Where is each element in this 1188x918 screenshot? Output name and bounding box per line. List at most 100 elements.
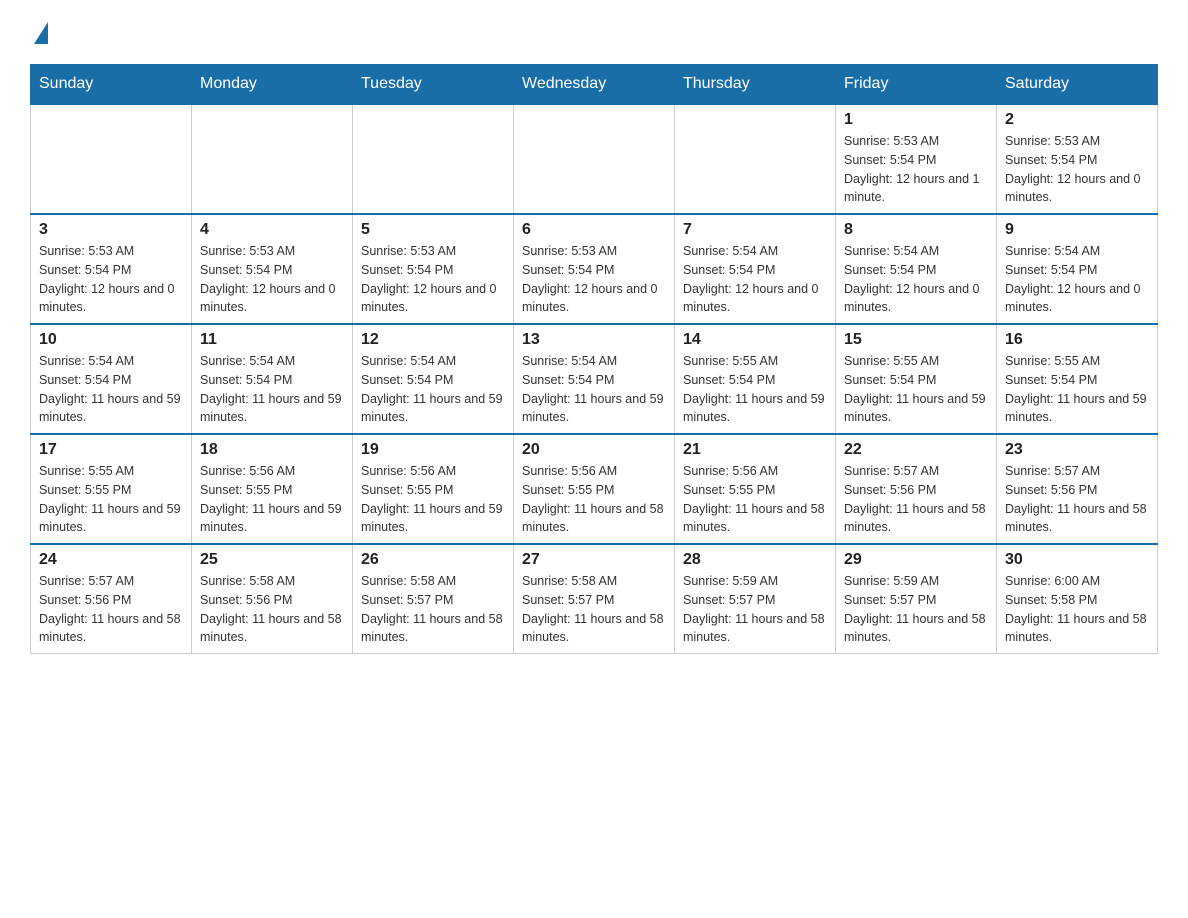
logo-triangle-icon	[34, 22, 48, 44]
logo	[30, 20, 48, 44]
calendar-cell: 11Sunrise: 5:54 AMSunset: 5:54 PMDayligh…	[192, 324, 353, 434]
calendar-cell: 12 Sunrise: 5:54 AMSunset: 5:54 PMDayligh…	[353, 324, 514, 434]
day-number: 2	[1005, 111, 1149, 129]
day-info: Sunrise: 5:53 AMSunset: 5:54 PMDaylight:…	[361, 242, 505, 317]
day-of-week-header: Wednesday	[514, 65, 675, 105]
calendar-cell	[31, 104, 192, 214]
day-info: Sunrise: 5:59 AMSunset: 5:57 PMDaylight:…	[844, 572, 988, 647]
day-number: 18	[200, 441, 344, 459]
day-info: Sunrise: 5:55 AMSunset: 5:54 PMDaylight:…	[844, 352, 988, 427]
day-info: Sunrise: 5:54 AMSunset: 5:54 PMDaylight:…	[844, 242, 988, 317]
day-of-week-header: Saturday	[997, 65, 1158, 105]
day-number: 26	[361, 551, 505, 569]
calendar-cell: 5 Sunrise: 5:53 AMSunset: 5:54 PMDaylight…	[353, 214, 514, 324]
calendar-cell: 1 Sunrise: 5:53 AMSunset: 5:54 PMDaylight…	[836, 104, 997, 214]
calendar-cell: 23Sunrise: 5:57 AMSunset: 5:56 PMDayligh…	[997, 434, 1158, 544]
day-info: Sunrise: 5:54 AMSunset: 5:54 PMDaylight:…	[200, 352, 344, 427]
calendar-table: SundayMondayTuesdayWednesdayThursdayFrid…	[30, 64, 1158, 654]
calendar-cell: 9Sunrise: 5:54 AMSunset: 5:54 PMDaylight…	[997, 214, 1158, 324]
calendar-cell: 27 Sunrise: 5:58 AMSunset: 5:57 PMDayligh…	[514, 544, 675, 654]
calendar-cell: 2 Sunrise: 5:53 AMSunset: 5:54 PMDaylight…	[997, 104, 1158, 214]
calendar-cell: 8Sunrise: 5:54 AMSunset: 5:54 PMDaylight…	[836, 214, 997, 324]
calendar-cell	[514, 104, 675, 214]
calendar-cell: 14 Sunrise: 5:55 AMSunset: 5:54 PMDayligh…	[675, 324, 836, 434]
day-info: Sunrise: 5:56 AMSunset: 5:55 PMDaylight:…	[522, 462, 666, 537]
calendar-cell: 13 Sunrise: 5:54 AMSunset: 5:54 PMDayligh…	[514, 324, 675, 434]
day-number: 21	[683, 441, 827, 459]
day-info: Sunrise: 5:55 AMSunset: 5:54 PMDaylight:…	[1005, 352, 1149, 427]
day-number: 22	[844, 441, 988, 459]
calendar-cell: 19 Sunrise: 5:56 AMSunset: 5:55 PMDayligh…	[353, 434, 514, 544]
day-number: 5	[361, 221, 505, 239]
day-number: 6	[522, 221, 666, 239]
calendar-cell: 22 Sunrise: 5:57 AMSunset: 5:56 PMDayligh…	[836, 434, 997, 544]
day-info: Sunrise: 5:57 AMSunset: 5:56 PMDaylight:…	[39, 572, 183, 647]
calendar-cell	[192, 104, 353, 214]
day-info: Sunrise: 5:54 AMSunset: 5:54 PMDaylight:…	[39, 352, 183, 427]
day-info: Sunrise: 5:53 AMSunset: 5:54 PMDaylight:…	[200, 242, 344, 317]
calendar-header-row: SundayMondayTuesdayWednesdayThursdayFrid…	[31, 65, 1158, 105]
day-number: 10	[39, 331, 183, 349]
day-number: 14	[683, 331, 827, 349]
day-number: 9	[1005, 221, 1149, 239]
day-info: Sunrise: 5:58 AMSunset: 5:57 PMDaylight:…	[522, 572, 666, 647]
day-info: Sunrise: 5:54 AMSunset: 5:54 PMDaylight:…	[683, 242, 827, 317]
day-of-week-header: Thursday	[675, 65, 836, 105]
day-info: Sunrise: 5:58 AMSunset: 5:56 PMDaylight:…	[200, 572, 344, 647]
calendar-week-row: 17 Sunrise: 5:55 AMSunset: 5:55 PMDayligh…	[31, 434, 1158, 544]
day-number: 19	[361, 441, 505, 459]
day-number: 30	[1005, 551, 1149, 569]
header	[30, 20, 1158, 44]
day-info: Sunrise: 5:55 AMSunset: 5:55 PMDaylight:…	[39, 462, 183, 537]
calendar-cell: 24 Sunrise: 5:57 AMSunset: 5:56 PMDayligh…	[31, 544, 192, 654]
day-info: Sunrise: 5:53 AMSunset: 5:54 PMDaylight:…	[1005, 132, 1149, 207]
day-number: 20	[522, 441, 666, 459]
calendar-cell: 20 Sunrise: 5:56 AMSunset: 5:55 PMDayligh…	[514, 434, 675, 544]
day-of-week-header: Monday	[192, 65, 353, 105]
day-info: Sunrise: 5:56 AMSunset: 5:55 PMDaylight:…	[200, 462, 344, 537]
calendar-cell: 7 Sunrise: 5:54 AMSunset: 5:54 PMDaylight…	[675, 214, 836, 324]
day-number: 1	[844, 111, 988, 129]
calendar-cell: 3 Sunrise: 5:53 AMSunset: 5:54 PMDaylight…	[31, 214, 192, 324]
day-number: 4	[200, 221, 344, 239]
day-of-week-header: Sunday	[31, 65, 192, 105]
day-info: Sunrise: 5:57 AMSunset: 5:56 PMDaylight:…	[844, 462, 988, 537]
calendar-cell: 29Sunrise: 5:59 AMSunset: 5:57 PMDayligh…	[836, 544, 997, 654]
calendar-cell: 10 Sunrise: 5:54 AMSunset: 5:54 PMDayligh…	[31, 324, 192, 434]
calendar-cell: 6 Sunrise: 5:53 AMSunset: 5:54 PMDaylight…	[514, 214, 675, 324]
calendar-cell: 16 Sunrise: 5:55 AMSunset: 5:54 PMDayligh…	[997, 324, 1158, 434]
day-info: Sunrise: 5:54 AMSunset: 5:54 PMDaylight:…	[361, 352, 505, 427]
day-info: Sunrise: 5:53 AMSunset: 5:54 PMDaylight:…	[522, 242, 666, 317]
day-number: 17	[39, 441, 183, 459]
day-info: Sunrise: 6:00 AMSunset: 5:58 PMDaylight:…	[1005, 572, 1149, 647]
day-info: Sunrise: 5:59 AMSunset: 5:57 PMDaylight:…	[683, 572, 827, 647]
day-number: 12	[361, 331, 505, 349]
day-info: Sunrise: 5:53 AMSunset: 5:54 PMDaylight:…	[39, 242, 183, 317]
day-number: 7	[683, 221, 827, 239]
day-info: Sunrise: 5:55 AMSunset: 5:54 PMDaylight:…	[683, 352, 827, 427]
calendar-cell: 26Sunrise: 5:58 AMSunset: 5:57 PMDayligh…	[353, 544, 514, 654]
calendar-cell: 17 Sunrise: 5:55 AMSunset: 5:55 PMDayligh…	[31, 434, 192, 544]
day-info: Sunrise: 5:54 AMSunset: 5:54 PMDaylight:…	[522, 352, 666, 427]
day-number: 15	[844, 331, 988, 349]
day-number: 16	[1005, 331, 1149, 349]
day-number: 13	[522, 331, 666, 349]
calendar-cell: 18 Sunrise: 5:56 AMSunset: 5:55 PMDayligh…	[192, 434, 353, 544]
calendar-cell	[675, 104, 836, 214]
calendar-week-row: 24 Sunrise: 5:57 AMSunset: 5:56 PMDayligh…	[31, 544, 1158, 654]
day-number: 24	[39, 551, 183, 569]
day-info: Sunrise: 5:56 AMSunset: 5:55 PMDaylight:…	[683, 462, 827, 537]
calendar-cell: 28Sunrise: 5:59 AMSunset: 5:57 PMDayligh…	[675, 544, 836, 654]
day-info: Sunrise: 5:56 AMSunset: 5:55 PMDaylight:…	[361, 462, 505, 537]
day-number: 25	[200, 551, 344, 569]
calendar-cell	[353, 104, 514, 214]
day-number: 27	[522, 551, 666, 569]
day-number: 3	[39, 221, 183, 239]
calendar-week-row: 10 Sunrise: 5:54 AMSunset: 5:54 PMDayligh…	[31, 324, 1158, 434]
calendar-week-row: 1 Sunrise: 5:53 AMSunset: 5:54 PMDaylight…	[31, 104, 1158, 214]
day-of-week-header: Friday	[836, 65, 997, 105]
calendar-cell: 15 Sunrise: 5:55 AMSunset: 5:54 PMDayligh…	[836, 324, 997, 434]
calendar-cell: 4 Sunrise: 5:53 AMSunset: 5:54 PMDaylight…	[192, 214, 353, 324]
calendar-cell: 21 Sunrise: 5:56 AMSunset: 5:55 PMDayligh…	[675, 434, 836, 544]
day-info: Sunrise: 5:53 AMSunset: 5:54 PMDaylight:…	[844, 132, 988, 207]
